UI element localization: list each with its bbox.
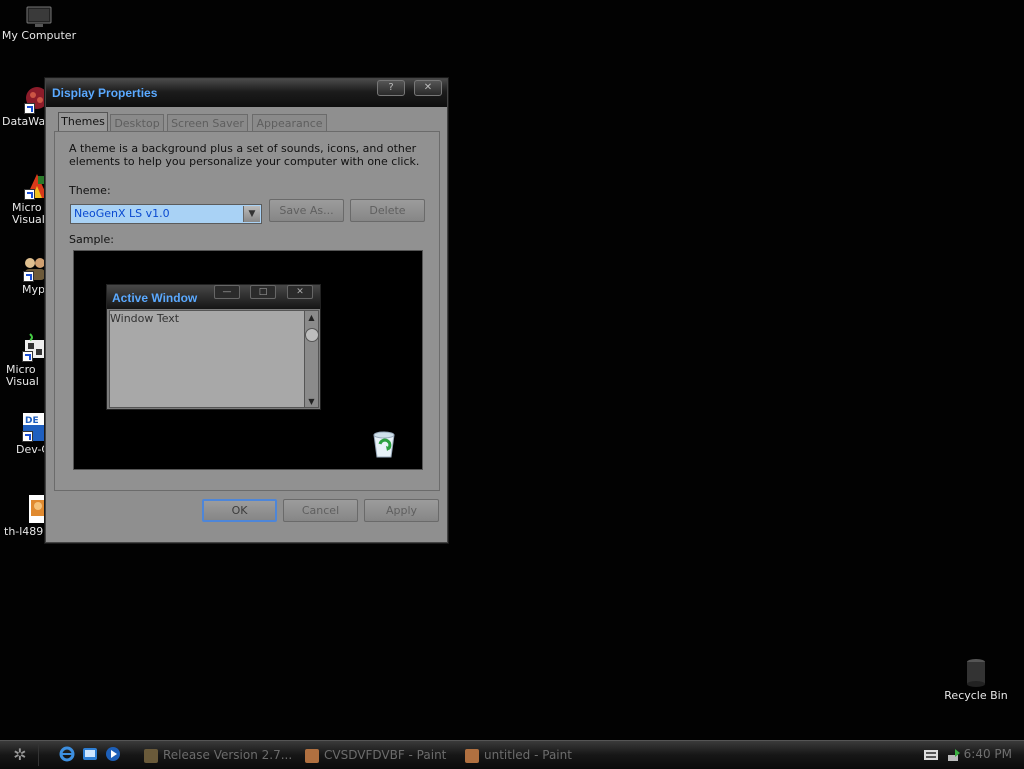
scroll-up-icon: ▲ bbox=[308, 313, 315, 322]
paint-icon bbox=[305, 748, 319, 763]
dialog-title: Display Properties bbox=[52, 86, 158, 100]
dialog-titlebar[interactable]: Display Properties ? ✕ bbox=[46, 79, 447, 107]
keyboard-icon[interactable] bbox=[924, 750, 938, 763]
paint-icon bbox=[465, 748, 479, 763]
shortcut-arrow-icon bbox=[24, 189, 35, 200]
help-button[interactable]: ? bbox=[377, 80, 405, 96]
desktop-icon-my-computer[interactable]: My Computer bbox=[0, 6, 78, 42]
monitor-icon bbox=[26, 6, 52, 28]
sample-window-titlebar: Active Window — □ ✕ bbox=[107, 285, 320, 309]
desktop-icon-label: Dev-C bbox=[16, 443, 50, 456]
theme-select[interactable]: NeoGenX LS v1.0 ▼ bbox=[70, 204, 262, 224]
display-properties-dialog: Display Properties ? ✕ Themes Desktop Sc… bbox=[45, 78, 448, 543]
sample-scrollbar: ▲ ▼ bbox=[304, 310, 319, 408]
desktop-icon-microsoft-visual-2[interactable]: Micro Visual bbox=[6, 332, 48, 388]
theme-sample-preview: Active Window — □ ✕ Window Text ▲ ▼ bbox=[73, 250, 423, 470]
desktop-icon-label: DataWa bbox=[2, 115, 46, 128]
shortcut-arrow-icon bbox=[23, 271, 34, 282]
system-tray: 6:40 PM bbox=[914, 743, 1024, 767]
people-icon bbox=[23, 256, 47, 282]
network-icon[interactable] bbox=[946, 747, 962, 766]
apply-button[interactable]: Apply bbox=[364, 499, 439, 522]
tab-themes[interactable]: Themes bbox=[58, 112, 108, 133]
application-icon bbox=[144, 748, 158, 763]
tab-appearance[interactable]: Appearance bbox=[252, 114, 327, 132]
taskbar-item-label: Release Version 2.7... bbox=[163, 748, 293, 762]
sample-window-body: Window Text bbox=[109, 310, 305, 408]
desktop-icon-label: My Computer bbox=[1, 29, 77, 42]
tab-desktop[interactable]: Desktop bbox=[110, 114, 164, 132]
desktop-icon-label: Micro Visual bbox=[12, 201, 45, 226]
desktop-icon-dev-c[interactable]: DE Dev-C bbox=[16, 412, 50, 456]
chevron-down-icon[interactable]: ▼ bbox=[243, 206, 260, 222]
clock[interactable]: 6:40 PM bbox=[964, 747, 1012, 761]
shortcut-arrow-icon bbox=[22, 431, 33, 442]
theme-select-value: NeoGenX LS v1.0 bbox=[74, 207, 170, 220]
desktop-icon-label: Micro Visual bbox=[6, 363, 39, 388]
taskbar-item-label: CVSDVFDVBF - Paint bbox=[324, 748, 447, 762]
shortcut-arrow-icon bbox=[24, 103, 35, 114]
ok-button[interactable]: OK bbox=[202, 499, 277, 522]
tab-screen-saver[interactable]: Screen Saver bbox=[167, 114, 248, 132]
theme-label: Theme: bbox=[69, 184, 111, 197]
taskbar-item-paint-untitled[interactable]: untitled - Paint bbox=[465, 744, 572, 766]
minimize-icon: — bbox=[214, 285, 240, 299]
svg-text:DE: DE bbox=[25, 416, 39, 426]
close-icon: ✕ bbox=[287, 285, 313, 299]
start-orb-icon: ✲ bbox=[13, 745, 27, 764]
scroll-down-icon: ▼ bbox=[308, 397, 315, 406]
taskbar-item-release-version[interactable]: Release Version 2.7... bbox=[144, 744, 292, 766]
sample-active-window: Active Window — □ ✕ Window Text ▲ ▼ bbox=[106, 284, 321, 410]
cancel-button[interactable]: Cancel bbox=[283, 499, 358, 522]
start-button[interactable]: ✲ bbox=[2, 743, 39, 766]
desktop-icon-microsoft-visual[interactable]: Micro Visual bbox=[12, 172, 48, 226]
desktop-icon-datawa[interactable]: DataWa bbox=[2, 86, 50, 128]
dev-cpp-icon: DE bbox=[22, 412, 46, 442]
desktop-icon-recycle-bin[interactable]: Recycle Bin bbox=[940, 658, 1012, 702]
sample-window-title: Active Window bbox=[112, 291, 198, 305]
taskbar-item-label: untitled - Paint bbox=[484, 748, 572, 762]
maximize-icon: □ bbox=[250, 285, 276, 299]
close-button[interactable]: ✕ bbox=[414, 80, 442, 96]
sample-label: Sample: bbox=[69, 233, 114, 246]
themes-description: A theme is a background plus a set of so… bbox=[69, 142, 420, 168]
sample-window-text: Window Text bbox=[110, 312, 180, 325]
desktop-icon-label: th-l489 bbox=[4, 525, 44, 538]
desktop-icon-label: Recycle Bin bbox=[944, 689, 1008, 702]
delete-button[interactable]: Delete bbox=[350, 199, 425, 222]
taskbar: ✲ Release Version 2.7... CVSDVFDVBF - Pa… bbox=[0, 740, 1024, 769]
recycle-bin-icon bbox=[965, 658, 987, 688]
sample-recycle-bin-icon bbox=[370, 429, 398, 462]
media-player-icon[interactable] bbox=[105, 746, 121, 762]
show-desktop-icon[interactable] bbox=[82, 746, 98, 762]
scroll-thumb bbox=[305, 328, 319, 342]
internet-explorer-icon[interactable] bbox=[59, 746, 75, 762]
save-as-button[interactable]: Save As... bbox=[269, 199, 344, 222]
themes-panel: A theme is a background plus a set of so… bbox=[54, 131, 440, 491]
shortcut-arrow-icon bbox=[22, 351, 33, 362]
desktop-icon-image-file[interactable]: th-l489 bbox=[4, 494, 48, 538]
taskbar-item-paint-cvsdvfdvbf[interactable]: CVSDVFDVBF - Paint bbox=[305, 744, 446, 766]
